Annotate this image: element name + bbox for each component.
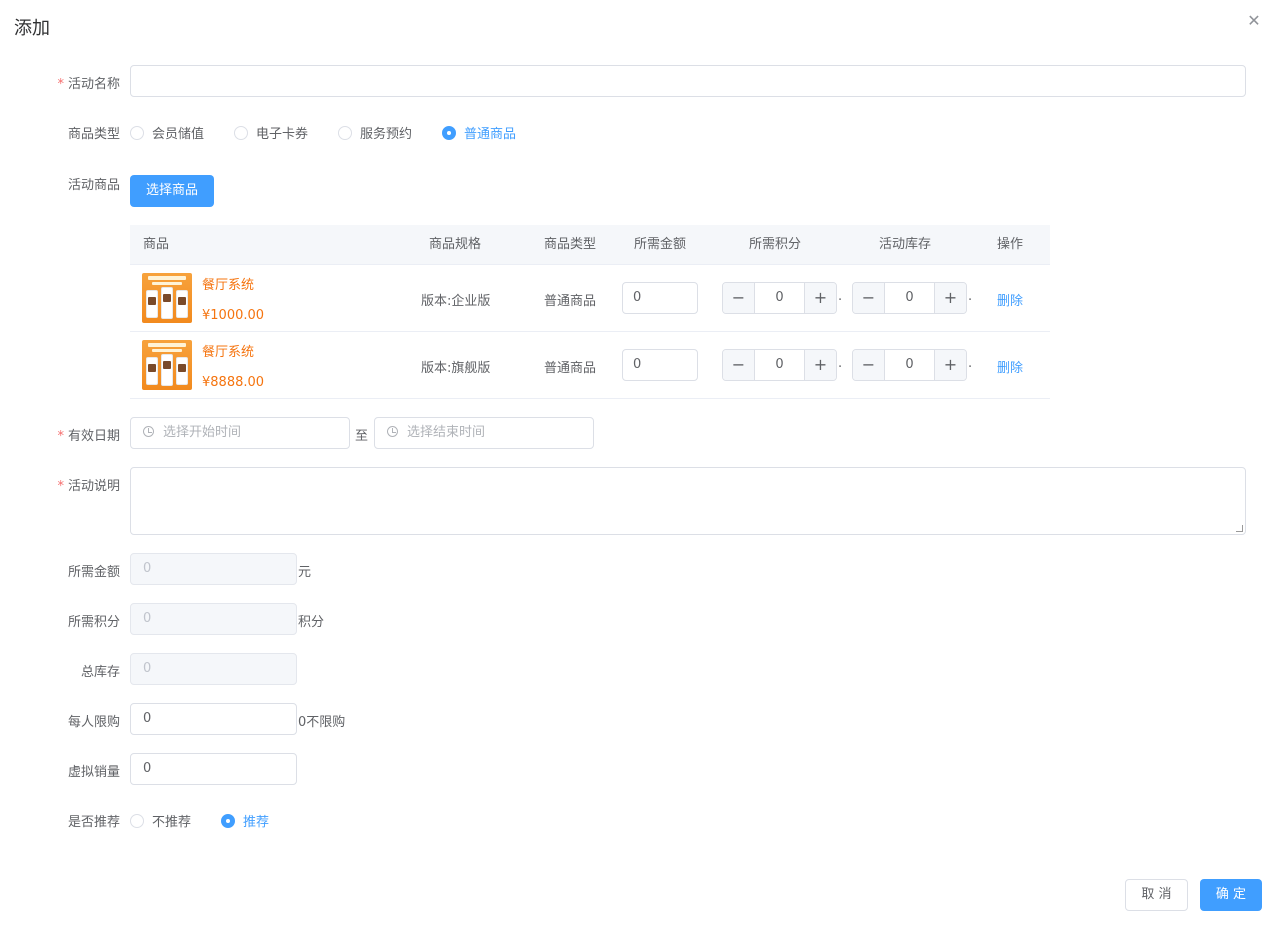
required-points-label: 所需积分 [67,615,120,630]
description-textarea[interactable] [130,467,1246,535]
radio-label: 推荐 [243,815,270,830]
separator-dot: . [968,356,973,371]
select-products-button[interactable]: 选择商品 [130,175,214,207]
recommend-label: 是否推荐 [67,815,120,830]
column-header-stock: 活动库存 [879,237,932,252]
points-value[interactable]: 0 [755,350,804,380]
minus-icon[interactable]: − [723,283,755,313]
delete-link[interactable]: 删除 [997,357,1023,376]
separator-dot: . [838,289,843,304]
product-price: ¥8888.00 [202,375,265,390]
plus-icon[interactable]: + [804,283,836,313]
activity-name-label: 活动名称 [0,73,120,92]
column-header-type: 商品类型 [544,237,597,252]
points-value[interactable]: 0 [755,283,804,313]
activity-name-input[interactable] [130,65,1246,97]
minus-icon[interactable]: − [853,283,885,313]
recommend-radio-no[interactable]: 不推荐 [130,811,191,830]
product-type-radio-service[interactable]: 服务预约 [338,123,412,142]
recommend-radio-yes[interactable]: 推荐 [221,811,269,830]
minus-icon[interactable]: − [723,350,755,380]
product-name[interactable]: 餐厅系统 [202,274,254,293]
radio-dot [442,125,456,140]
plus-icon[interactable]: + [934,283,966,313]
column-header-amount: 所需金额 [634,237,687,252]
confirm-button[interactable]: 确 定 [1200,879,1262,911]
separator-dot: . [968,289,973,304]
points-stepper[interactable]: − 0 + [722,349,837,381]
radio-dot [221,813,235,828]
clock-icon [143,426,154,437]
stock-value[interactable]: 0 [885,350,934,380]
separator-dot: . [838,356,843,371]
column-header-action: 操作 [997,237,1024,252]
valid-date-label: 有效日期 [0,425,120,444]
product-type-radio-normal[interactable]: 普通商品 [442,123,516,142]
end-time-picker[interactable]: 选择结束时间 [374,417,594,449]
date-separator: 至 [355,429,369,444]
product-type-radio-member[interactable]: 会员储值 [130,123,204,142]
radio-label: 服务预约 [360,127,413,142]
column-header-spec: 商品规格 [429,237,482,252]
plus-icon[interactable]: + [934,350,966,380]
virtual-sales-input[interactable]: 0 [130,753,297,785]
amount-input[interactable]: 0 [622,282,698,314]
virtual-sales-label: 虚拟销量 [67,765,120,780]
delete-link[interactable]: 删除 [997,290,1023,309]
stock-value[interactable]: 0 [885,283,934,313]
cancel-button[interactable]: 取 消 [1125,879,1188,911]
radio-dot [234,125,248,140]
points-stepper[interactable]: − 0 + [722,282,837,314]
total-stock-label: 总库存 [80,665,120,680]
radio-dot [338,125,352,140]
radio-label: 电子卡券 [256,127,309,142]
clock-icon [387,426,398,437]
close-icon[interactable]: ✕ [1245,12,1263,30]
minus-icon[interactable]: − [853,350,885,380]
radio-label: 不推荐 [152,815,192,830]
per-person-limit-hint: 0不限购 [298,715,346,730]
required-amount-input: 0 [130,553,297,585]
radio-dot [130,125,144,140]
description-label: 活动说明 [0,475,120,494]
product-type-radio-ecard[interactable]: 电子卡券 [234,123,308,142]
radio-dot [130,813,144,828]
required-amount-suffix: 元 [298,565,312,580]
per-person-limit-label: 每人限购 [67,715,120,730]
required-points-suffix: 积分 [298,615,325,630]
products-table: 商品 商品规格 商品类型 所需金额 所需积分 活动库存 操作 餐厅系统 ¥100… [130,225,1050,399]
radio-label: 普通商品 [464,127,517,142]
table-row: 餐厅系统 ¥8888.00 版本:旗舰版 普通商品 0 − 0 + . − 0 … [130,332,1050,399]
required-points-input: 0 [130,603,297,635]
amount-input[interactable]: 0 [622,349,698,381]
stock-stepper[interactable]: − 0 + [852,349,967,381]
start-time-picker[interactable]: 选择开始时间 [130,417,350,449]
total-stock-input: 0 [130,653,297,685]
stock-stepper[interactable]: − 0 + [852,282,967,314]
plus-icon[interactable]: + [804,350,836,380]
start-time-placeholder: 选择开始时间 [163,425,242,440]
product-name[interactable]: 餐厅系统 [202,341,254,360]
product-thumbnail [142,273,192,323]
dialog-title: 添加 [14,18,50,39]
product-thumbnail [142,340,192,390]
column-header-points: 所需积分 [749,237,802,252]
activity-products-label: 活动商品 [67,178,120,193]
column-header-product: 商品 [143,237,170,252]
required-amount-label: 所需金额 [67,565,120,580]
table-header: 商品 商品规格 商品类型 所需金额 所需积分 活动库存 操作 [130,225,1050,265]
table-row: 餐厅系统 ¥1000.00 版本:企业版 普通商品 0 − 0 + . − 0 … [130,265,1050,332]
radio-label: 会员储值 [152,127,205,142]
product-spec: 版本:企业版 [421,294,491,309]
product-spec: 版本:旗舰版 [421,361,491,376]
product-type: 普通商品 [544,294,597,309]
end-time-placeholder: 选择结束时间 [407,425,486,440]
product-type-label: 商品类型 [67,127,120,142]
per-person-limit-input[interactable]: 0 [130,703,297,735]
product-type: 普通商品 [544,361,597,376]
product-price: ¥1000.00 [202,308,265,323]
